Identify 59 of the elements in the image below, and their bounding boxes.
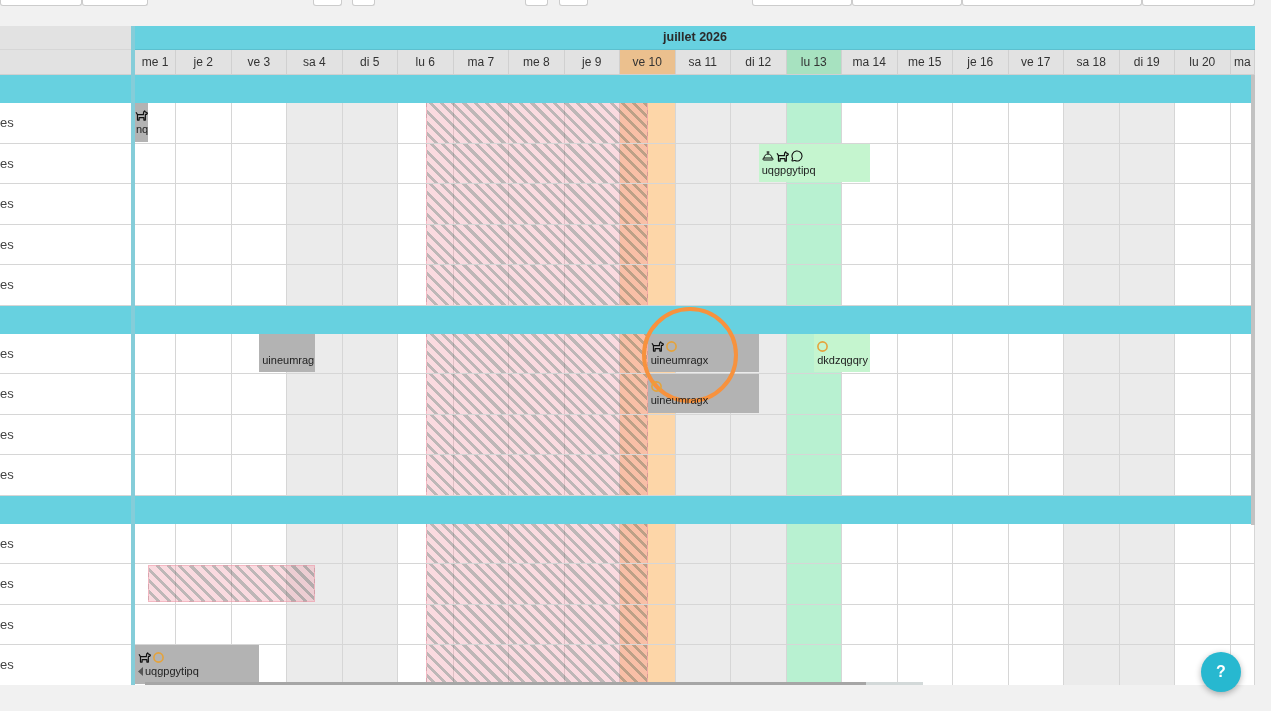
resource-name: es [0, 466, 14, 484]
toolbar-button[interactable] [852, 0, 962, 6]
day-header: lu 13 [786, 50, 842, 74]
day-header: ve 17 [1008, 50, 1064, 74]
booking-label: uineumragx [650, 353, 709, 367]
booking-block[interactable]: uqgpgytipq [758, 143, 870, 182]
toolbar-button[interactable] [313, 0, 342, 6]
booking-label: uineumrag [262, 353, 315, 367]
resource-name: es [0, 195, 14, 213]
booking-label: nq [136, 123, 149, 136]
day-header: je 16 [953, 50, 1009, 74]
day-header: ma 7 [453, 50, 509, 74]
resource-name: es [0, 276, 14, 294]
day-header: lu 6 [398, 50, 454, 74]
toolbar-button[interactable] [0, 0, 82, 6]
day-header: sa 18 [1064, 50, 1120, 74]
resource-name: es [0, 235, 14, 254]
toolbar-button[interactable] [82, 0, 148, 6]
resource-name: es [0, 425, 14, 444]
resource-name: es [0, 344, 14, 363]
day-header: me 1 [135, 50, 176, 74]
resource-name: es [0, 534, 14, 553]
resource-name: es [0, 656, 14, 674]
month-header: juillet 2026 [135, 26, 1255, 50]
booking-label: uqgpgytipq [145, 665, 199, 678]
horizontal-scrollbar[interactable] [145, 682, 923, 685]
day-header: je 2 [176, 50, 232, 74]
booking-block[interactable]: nq [135, 103, 149, 142]
booking-block[interactable]: uqgpgytipq [135, 645, 260, 684]
toolbar-button[interactable] [1142, 0, 1255, 6]
toolbar-button[interactable] [962, 0, 1142, 6]
booking-block[interactable]: dkdzqgqry [814, 333, 870, 372]
booking-label: uqgpgytipq [761, 163, 816, 177]
day-header: ma 14 [842, 50, 898, 74]
day-header: me 15 [897, 50, 953, 74]
day-header: ve 10 [620, 50, 676, 74]
day-header: sa 4 [287, 50, 343, 74]
booking-block[interactable]: uineumragx [647, 333, 759, 372]
toolbar-button[interactable] [752, 0, 852, 6]
day-header: je 9 [564, 50, 620, 74]
vertical-scrollbar[interactable] [1251, 75, 1255, 525]
day-header: di 12 [731, 50, 787, 74]
day-header: lu 20 [1175, 50, 1231, 74]
toolbar-button[interactable] [559, 0, 588, 6]
booking-label: dkdzqgqry [817, 353, 868, 367]
toolbar-button[interactable] [352, 0, 375, 6]
day-header: ma [1230, 50, 1255, 74]
booking-block[interactable]: uineumrag [259, 333, 315, 372]
resource-name: es [0, 615, 14, 634]
resource-name: es [0, 385, 14, 403]
day-header: di 5 [342, 50, 398, 74]
day-header: sa 11 [675, 50, 731, 74]
resource-name: es [0, 575, 14, 593]
day-header: di 19 [1119, 50, 1175, 74]
day-header: me 8 [509, 50, 565, 74]
day-header: ve 3 [231, 50, 287, 74]
resource-name: es [0, 114, 14, 132]
resource-name: es [0, 154, 14, 173]
toolbar-button[interactable] [525, 0, 548, 6]
